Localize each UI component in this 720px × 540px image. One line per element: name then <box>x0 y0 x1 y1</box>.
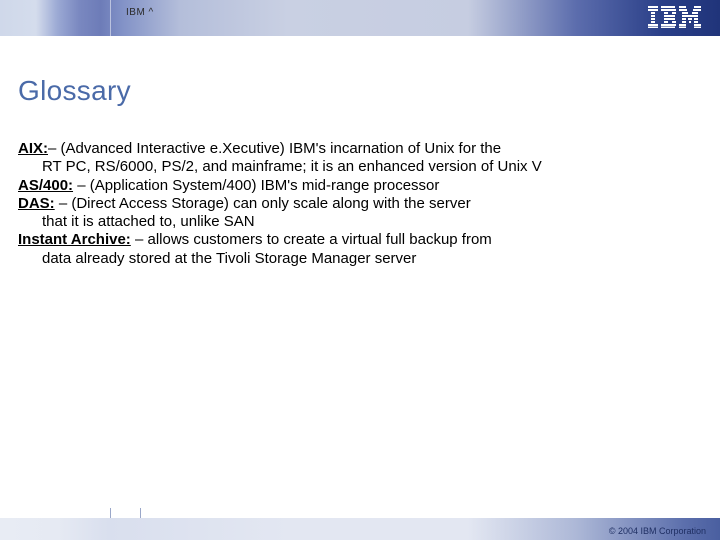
glossary-def-continuation: data already stored at the Tivoli Storag… <box>18 250 702 268</box>
slide: IBM ^ <box>0 0 720 540</box>
glossary-def-lead: – (Application System/400) IBM's mid-ran… <box>73 177 439 194</box>
glossary-def-continuation: that it is attached to, unlike SAN <box>18 213 702 231</box>
glossary-entry: AIX:– (Advanced Interactive e.Xecutive) … <box>18 140 702 177</box>
footer-tick <box>110 508 111 518</box>
glossary-def-lead: – (Direct Access Storage) can only scale… <box>55 195 471 212</box>
glossary-entry: DAS: – (Direct Access Storage) can only … <box>18 195 702 232</box>
ibm-logo-icon <box>648 6 702 28</box>
copyright-text: © 2004 IBM Corporation <box>609 526 706 536</box>
glossary-entry: AS/400: – (Application System/400) IBM's… <box>18 177 702 195</box>
glossary-term: AS/400: <box>18 177 73 194</box>
glossary-term: DAS: <box>18 195 55 212</box>
header-small-label: IBM ^ <box>126 7 154 18</box>
glossary-def-lead: – (Advanced Interactive e.Xecutive) IBM'… <box>48 140 501 157</box>
glossary-entry: Instant Archive: – allows customers to c… <box>18 231 702 268</box>
glossary-body: AIX:– (Advanced Interactive e.Xecutive) … <box>18 140 702 268</box>
footer-tick <box>140 508 141 518</box>
header-banner: IBM ^ <box>0 0 720 36</box>
glossary-term: AIX: <box>18 140 48 157</box>
header-divider <box>110 0 111 36</box>
glossary-term: Instant Archive: <box>18 231 131 248</box>
footer: © 2004 IBM Corporation <box>0 508 720 540</box>
glossary-def-lead: – allows customers to create a virtual f… <box>131 231 492 248</box>
glossary-def-continuation: RT PC, RS/6000, PS/2, and mainframe; it … <box>18 158 702 176</box>
page-title: Glossary <box>18 75 131 107</box>
